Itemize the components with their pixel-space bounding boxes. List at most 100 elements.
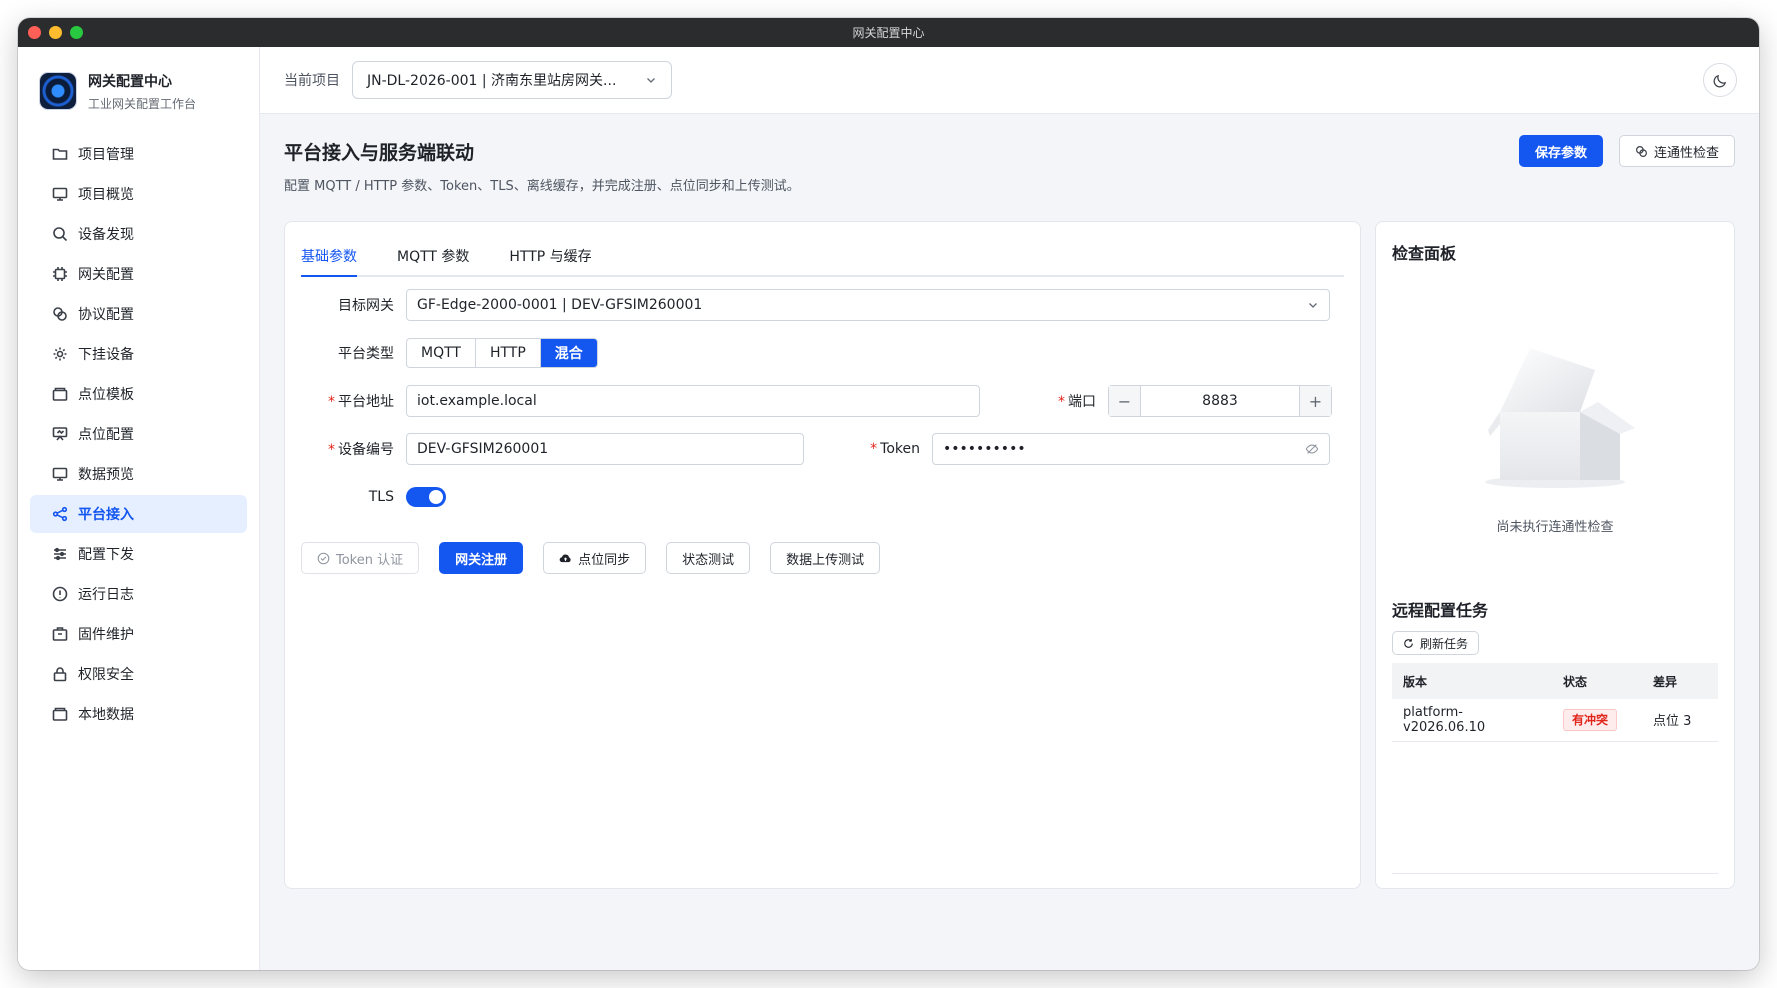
token-auth-button[interactable]: Token 认证 [301, 542, 420, 574]
window-controls [28, 26, 83, 39]
alert-icon [52, 586, 68, 602]
tls-label: TLS [368, 489, 394, 505]
share-icon [52, 506, 68, 522]
sidebar-item-local-data[interactable]: 本地数据 [30, 695, 247, 733]
sidebar-item-config-deploy[interactable]: 配置下发 [30, 535, 247, 573]
status-test-button[interactable]: 状态测试 [666, 542, 751, 574]
empty-state: 尚未执行连通性检查 [1392, 332, 1718, 535]
link-icon [1636, 145, 1647, 157]
refresh-icon [1404, 638, 1413, 648]
port-decrement-button[interactable]: − [1109, 386, 1141, 416]
lock-icon [53, 667, 67, 682]
address-label: * 平台地址 [328, 394, 394, 410]
sidebar-item-project-overview[interactable]: 项目概览 [30, 175, 247, 213]
sidebar: 网关配置中心 工业网关配置工作台 项目管理 项目概览 设备发现 网关配置 协议配… [18, 47, 260, 970]
empty-state-text: 尚未执行连通性检查 [1496, 520, 1614, 535]
close-window-button[interactable] [28, 26, 41, 39]
token-input[interactable]: •••••••••• [932, 433, 1330, 465]
sidebar-item-security[interactable]: 权限安全 [30, 655, 247, 693]
address-input[interactable]: iot.example.local [406, 385, 980, 417]
sidebar-item-label: 配置下发 [78, 547, 134, 563]
upload-test-button[interactable]: 数据上传测试 [770, 542, 881, 574]
tasks-table: 版本 状态 差异 platform-v2026.06.10 有冲突 点位 3 [1392, 663, 1718, 742]
gear-icon [53, 347, 67, 361]
save-button[interactable]: 保存参数 [1518, 135, 1603, 167]
theme-toggle-button[interactable] [1703, 63, 1737, 97]
title-bar: 网关配置中心 [18, 18, 1759, 47]
search-icon [53, 227, 68, 242]
package-icon [52, 627, 68, 641]
sidebar-item-label: 设备发现 [78, 227, 134, 243]
sidebar-item-label: 项目概览 [78, 187, 134, 203]
sidebar-item-device-discovery[interactable]: 设备发现 [30, 215, 247, 253]
platform-type-segmented: MQTT HTTP 混合 [406, 338, 598, 368]
task-version: platform-v2026.06.10 [1392, 699, 1552, 742]
platform-type-hybrid[interactable]: 混合 [540, 339, 597, 367]
box-icon [52, 707, 68, 721]
app-logo [40, 73, 76, 109]
folder-icon [52, 148, 68, 160]
tasks-title: 远程配置任务 [1392, 601, 1489, 620]
point-sync-button[interactable]: 点位同步 [543, 542, 647, 574]
connectivity-check-button[interactable]: 连通性检查 [1618, 135, 1735, 167]
sidebar-item-label: 点位配置 [78, 427, 134, 443]
sidebar-item-label: 协议配置 [78, 307, 134, 323]
page-title: 平台接入与服务端联动 [284, 142, 475, 164]
port-increment-button[interactable]: + [1299, 386, 1331, 416]
refresh-tasks-button[interactable]: 刷新任务 [1392, 631, 1480, 655]
column-header-version: 版本 [1392, 663, 1552, 699]
gateway-label: 目标网关 [338, 298, 394, 314]
config-form-card: 基础参数 MQTT 参数 HTTP 与缓存 目标网关 GF-Edge-2000-… [284, 221, 1361, 889]
project-select[interactable]: JN-DL-2026-001 | 济南东里站房网关... [352, 61, 672, 99]
box-icon [52, 387, 68, 401]
chevron-down-icon [647, 78, 655, 83]
platform-type-mqtt[interactable]: MQTT [407, 339, 476, 367]
tab-basic-params[interactable]: 基础参数 [301, 240, 357, 277]
token-label: * Token [870, 441, 920, 457]
sidebar-item-run-log[interactable]: 运行日志 [30, 575, 247, 613]
sidebar-item-label: 本地数据 [78, 707, 134, 723]
check-circle-icon [317, 552, 330, 564]
project-label: 当前项目 [284, 73, 340, 89]
eye-off-icon[interactable] [1305, 442, 1319, 456]
sidebar-item-data-preview[interactable]: 数据预览 [30, 455, 247, 493]
column-header-status: 状态 [1552, 663, 1642, 699]
token-auth-label: Token 认证 [336, 552, 404, 568]
device-id-input[interactable]: DEV-GFSIM260001 [406, 433, 804, 465]
gateway-register-button[interactable]: 网关注册 [439, 542, 524, 574]
sidebar-item-firmware[interactable]: 固件维护 [30, 615, 247, 653]
port-stepper: − 8883 + [1108, 385, 1332, 417]
point-sync-label: 点位同步 [578, 552, 631, 568]
sidebar-item-label: 平台接入 [78, 507, 134, 523]
sidebar-item-point-config[interactable]: 点位配置 [30, 415, 247, 453]
port-input[interactable]: 8883 [1141, 386, 1299, 416]
sidebar-item-platform-access[interactable]: 平台接入 [30, 495, 247, 533]
chip-icon [53, 267, 67, 281]
gateway-select-value: GF-Edge-2000-0001 | DEV-GFSIM260001 [417, 297, 703, 313]
sidebar-item-protocol-config[interactable]: 协议配置 [30, 295, 247, 333]
monitor-icon [52, 467, 68, 481]
sidebar-item-label: 数据预览 [78, 467, 134, 483]
page-description: 配置 MQTT / HTTP 参数、Token、TLS、离线缓存，并完成注册、点… [284, 179, 800, 194]
check-panel-card: 检查面板 尚未执行连通性检查 远程配置任务 刷新任务 版本 状态 差异 plat… [1375, 221, 1735, 889]
sidebar-item-project-management[interactable]: 项目管理 [30, 135, 247, 173]
platform-type-http[interactable]: HTTP [476, 339, 541, 367]
moon-icon [1713, 74, 1726, 87]
refresh-tasks-label: 刷新任务 [1420, 636, 1469, 651]
sidebar-item-sub-devices[interactable]: 下挂设备 [30, 335, 247, 373]
tab-mqtt-params[interactable]: MQTT 参数 [397, 240, 469, 275]
brand: 网关配置中心 工业网关配置工作台 [30, 47, 247, 135]
sidebar-item-point-template[interactable]: 点位模板 [30, 375, 247, 413]
tab-http-cache[interactable]: HTTP 与缓存 [509, 240, 591, 275]
table-header-row: 版本 状态 差异 [1392, 663, 1718, 699]
sidebar-item-label: 固件维护 [78, 627, 134, 643]
tls-toggle[interactable] [406, 487, 446, 507]
presentation-icon [52, 427, 68, 441]
maximize-window-button[interactable] [70, 26, 83, 39]
sidebar-item-label: 下挂设备 [78, 347, 134, 363]
gateway-select[interactable]: GF-Edge-2000-0001 | DEV-GFSIM260001 [406, 289, 1330, 321]
sidebar-item-gateway-config[interactable]: 网关配置 [30, 255, 247, 293]
minimize-window-button[interactable] [49, 26, 62, 39]
chevron-down-icon [1309, 303, 1317, 308]
table-row[interactable]: platform-v2026.06.10 有冲突 点位 3 [1392, 699, 1718, 742]
